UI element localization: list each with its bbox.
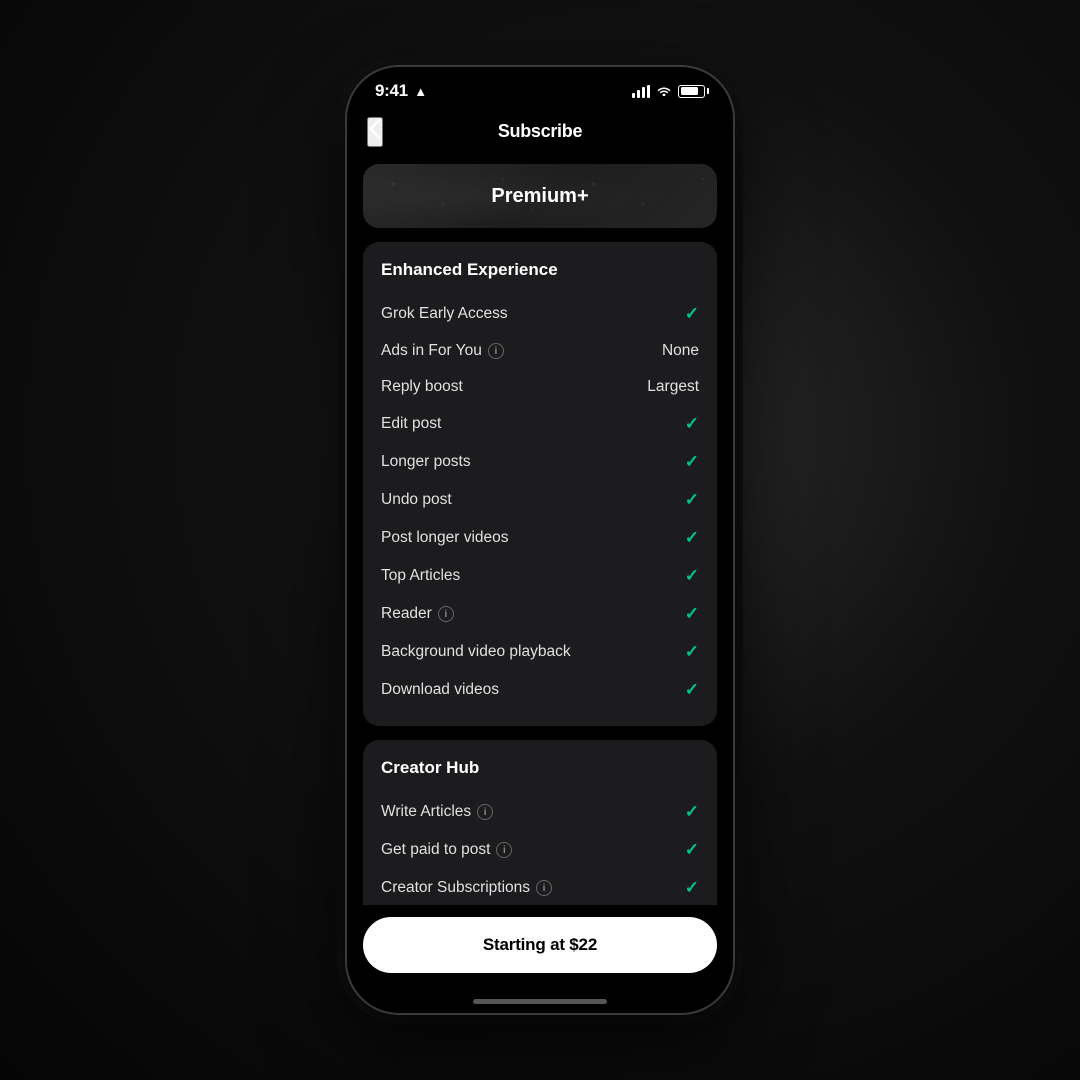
feature-creator-subscriptions: Creator Subscriptions i ✓ bbox=[381, 870, 699, 905]
check-icon: ✓ bbox=[685, 566, 699, 586]
feature-label: Reply boost bbox=[381, 378, 463, 396]
volume-down-button bbox=[345, 237, 347, 297]
home-indicator bbox=[347, 989, 733, 1013]
info-icon[interactable]: i bbox=[438, 606, 454, 622]
status-icons bbox=[632, 83, 705, 99]
creator-hub-section: Creator Hub Write Articles i ✓ Get paid … bbox=[363, 740, 717, 905]
enhanced-experience-title: Enhanced Experience bbox=[381, 260, 699, 280]
feature-longer-posts: Longer posts ✓ bbox=[381, 444, 699, 480]
feature-label: Write Articles bbox=[381, 803, 471, 821]
cta-container: Starting at $22 bbox=[347, 905, 733, 989]
feature-download-videos: Download videos ✓ bbox=[381, 672, 699, 708]
home-bar bbox=[473, 999, 607, 1004]
phone-frame: 9:41 ▲ bbox=[345, 65, 735, 1015]
check-icon: ✓ bbox=[685, 528, 699, 548]
feature-label: Get paid to post bbox=[381, 841, 490, 859]
check-icon: ✓ bbox=[685, 452, 699, 472]
check-icon: ✓ bbox=[685, 490, 699, 510]
feature-label: Undo post bbox=[381, 491, 452, 509]
feature-label: Longer posts bbox=[381, 453, 471, 471]
info-icon[interactable]: i bbox=[496, 842, 512, 858]
wifi-icon bbox=[656, 83, 672, 99]
navigation-header: Subscribe bbox=[347, 109, 733, 154]
feature-label: Edit post bbox=[381, 415, 441, 433]
feature-post-longer-videos: Post longer videos ✓ bbox=[381, 520, 699, 556]
feature-label: Background video playback bbox=[381, 643, 571, 661]
dynamic-island bbox=[523, 79, 557, 91]
feature-undo-post: Undo post ✓ bbox=[381, 482, 699, 518]
volume-up-button bbox=[345, 177, 347, 215]
page-title: Subscribe bbox=[498, 121, 582, 142]
signal-bars-icon bbox=[632, 85, 650, 98]
feature-value: None bbox=[662, 342, 699, 360]
phone-screen: 9:41 ▲ bbox=[347, 67, 733, 1013]
creator-hub-title: Creator Hub bbox=[381, 758, 699, 778]
premium-title: Premium+ bbox=[491, 185, 588, 208]
feature-grok-early-access: Grok Early Access ✓ bbox=[381, 296, 699, 332]
info-icon[interactable]: i bbox=[488, 343, 504, 359]
feature-reply-boost: Reply boost Largest bbox=[381, 370, 699, 404]
silent-switch bbox=[345, 315, 347, 375]
feature-reader: Reader i ✓ bbox=[381, 596, 699, 632]
info-icon[interactable]: i bbox=[536, 880, 552, 896]
feature-get-paid-to-post: Get paid to post i ✓ bbox=[381, 832, 699, 868]
location-arrow-icon: ▲ bbox=[414, 84, 427, 99]
feature-label: Top Articles bbox=[381, 567, 460, 585]
feature-label: Creator Subscriptions bbox=[381, 879, 530, 897]
premium-card: Premium+ bbox=[363, 164, 717, 228]
back-button[interactable] bbox=[367, 117, 383, 147]
feature-label: Post longer videos bbox=[381, 529, 509, 547]
feature-top-articles: Top Articles ✓ bbox=[381, 558, 699, 594]
check-icon: ✓ bbox=[685, 878, 699, 898]
check-icon: ✓ bbox=[685, 802, 699, 822]
battery-icon bbox=[678, 85, 705, 98]
feature-background-video-playback: Background video playback ✓ bbox=[381, 634, 699, 670]
status-bar: 9:41 ▲ bbox=[347, 67, 733, 109]
check-icon: ✓ bbox=[685, 604, 699, 624]
feature-label: Download videos bbox=[381, 681, 499, 699]
check-icon: ✓ bbox=[685, 642, 699, 662]
subscribe-button[interactable]: Starting at $22 bbox=[363, 917, 717, 973]
info-icon[interactable]: i bbox=[477, 804, 493, 820]
feature-edit-post: Edit post ✓ bbox=[381, 406, 699, 442]
feature-label: Grok Early Access bbox=[381, 305, 508, 323]
check-icon: ✓ bbox=[685, 304, 699, 324]
feature-label: Reader bbox=[381, 605, 432, 623]
enhanced-experience-section: Enhanced Experience Grok Early Access ✓ … bbox=[363, 242, 717, 726]
check-icon: ✓ bbox=[685, 680, 699, 700]
feature-write-articles: Write Articles i ✓ bbox=[381, 794, 699, 830]
feature-label: Ads in For You bbox=[381, 342, 482, 360]
feature-value: Largest bbox=[647, 378, 699, 396]
feature-ads-in-for-you: Ads in For You i None bbox=[381, 334, 699, 368]
check-icon: ✓ bbox=[685, 414, 699, 434]
check-icon: ✓ bbox=[685, 840, 699, 860]
scroll-content[interactable]: Premium+ Enhanced Experience Grok Early … bbox=[347, 154, 733, 905]
status-time: 9:41 ▲ bbox=[375, 81, 427, 101]
